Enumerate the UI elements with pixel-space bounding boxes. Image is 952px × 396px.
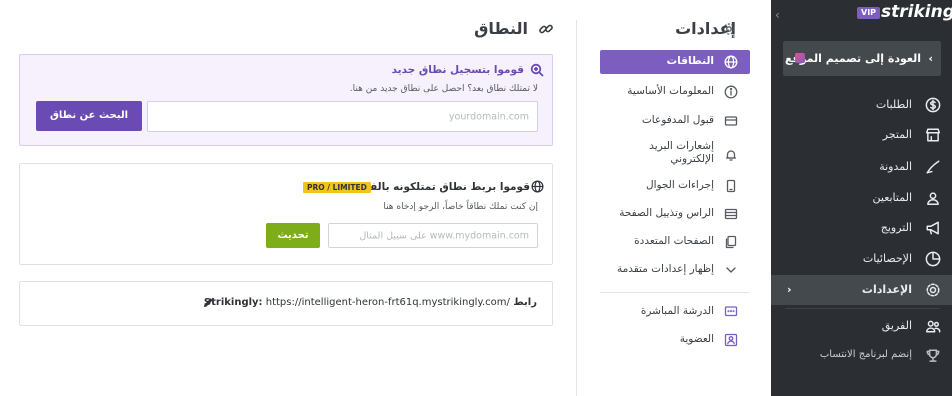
vip-badge: VIP bbox=[857, 7, 881, 19]
main-title: النطاق bbox=[474, 19, 528, 38]
settings-nav-item-2[interactable]: المعلومات الأساسية bbox=[600, 80, 750, 104]
pen-icon bbox=[925, 159, 941, 175]
info-icon bbox=[724, 85, 738, 99]
team-icon bbox=[925, 318, 941, 334]
register-heading: قوموا بتسجيل نطاق جديد bbox=[391, 64, 524, 76]
domain-search-input[interactable]: yourdomain.com bbox=[147, 101, 538, 132]
link-icon bbox=[538, 21, 554, 37]
search-domain-button[interactable]: البحث عن نطاق bbox=[36, 101, 142, 131]
megaphone-icon bbox=[925, 220, 941, 236]
strikingly-link-card: رابط Strikingly: https://intelligent-her… bbox=[19, 281, 553, 326]
globe-icon bbox=[724, 55, 738, 69]
settings-nav-label: العضوية bbox=[679, 333, 714, 345]
layout-icon bbox=[724, 207, 738, 221]
settings-nav-label: المعلومات الأساسية bbox=[627, 85, 714, 97]
connect-heading: قوموا بربط نطاق تمتلكونه بالفعل bbox=[354, 181, 530, 193]
register-subtext: لا تمتلك نطاق بعد؟ احصل على نطاق جديد من… bbox=[349, 84, 538, 94]
mobile-icon bbox=[724, 179, 738, 193]
nav-divider bbox=[600, 292, 750, 293]
sidebar-item-label: المتابعين bbox=[872, 191, 913, 204]
settings-nav-item-10[interactable]: العضوية bbox=[600, 328, 750, 352]
sidebar-item-label: الترويج bbox=[880, 221, 912, 234]
chevron-left-icon: › bbox=[787, 283, 792, 296]
back-to-site-editor-label: العودة إلى تصميم الموقع bbox=[784, 52, 921, 65]
settings-nav-label: النطاقات bbox=[666, 55, 714, 67]
settings-nav-item-5[interactable]: إجراءات الجوال bbox=[600, 174, 750, 198]
settings-nav-item-1[interactable]: النطاقات bbox=[600, 50, 750, 74]
sidebar-item-5[interactable]: الترويج bbox=[771, 213, 952, 243]
sidebar-divider bbox=[785, 308, 940, 309]
bell-icon bbox=[724, 148, 738, 162]
gear-icon bbox=[925, 282, 941, 298]
update-button[interactable]: تحديث bbox=[266, 223, 320, 248]
settings-nav-label: إجراءات الجوال bbox=[645, 179, 714, 191]
sidebar-item-label: إنضم لبرنامج الانتساب bbox=[819, 349, 912, 360]
chat-icon bbox=[724, 305, 738, 319]
sidebar-item-1[interactable]: الطلبات bbox=[771, 90, 952, 120]
sidebar-item-2[interactable]: المتجر bbox=[771, 120, 952, 150]
sidebar-item-7[interactable]: الإعدادات › bbox=[771, 275, 952, 305]
sidebar-item-6[interactable]: الإحصائيات bbox=[771, 244, 952, 274]
sidebar-item-label: الإعدادات bbox=[861, 283, 912, 296]
settings-nav-label: الصفحات المتعددة bbox=[634, 235, 714, 247]
column-divider bbox=[576, 20, 577, 396]
pages-icon bbox=[724, 235, 738, 249]
sidebar-item-9[interactable]: إنضم لبرنامج الانتساب bbox=[771, 341, 952, 371]
chevron-down-icon bbox=[724, 263, 738, 277]
sidebar-item-4[interactable]: المتابعين bbox=[771, 183, 952, 213]
connect-domain-card: قوموا بربط نطاق تمتلكونه بالفعل PRO / LI… bbox=[19, 163, 553, 265]
sidebar-item-label: الفريق bbox=[881, 319, 912, 332]
globe-icon bbox=[531, 180, 544, 193]
strikingly-url-row: رابط Strikingly: https://intelligent-her… bbox=[204, 297, 537, 308]
sidebar-item-8[interactable]: الفريق bbox=[771, 311, 952, 341]
settings-nav-label: قبول المدفوعات bbox=[641, 114, 714, 126]
member-icon bbox=[724, 333, 738, 347]
sidebar-item-label: الطلبات bbox=[875, 98, 912, 111]
card-icon bbox=[724, 114, 738, 128]
store-icon bbox=[925, 127, 941, 143]
custom-domain-input[interactable]: على سبيل المثال www.mydomain.com bbox=[328, 223, 538, 248]
dollar-icon bbox=[925, 97, 941, 113]
edit-pencil-icon[interactable] bbox=[203, 297, 214, 308]
app-sidebar: ‹ VIP strikingly ‹ العودة إلى تصميم المو… bbox=[771, 0, 952, 396]
settings-nav-item-8[interactable]: إظهار إعدادات متقدمة bbox=[600, 258, 750, 282]
settings-nav-item-4[interactable]: إشعارات البريد الإلكتروني bbox=[600, 139, 750, 169]
users-icon bbox=[925, 190, 941, 206]
connect-subtext: إن كنت تملك نطاقاً خاصاً، الرجو إدخاه هن… bbox=[383, 202, 538, 212]
settings-nav-item-9[interactable]: الدرشة المباشرة bbox=[600, 300, 750, 324]
sidebar-item-label: المتجر bbox=[882, 128, 912, 141]
brand-logo: strikingly bbox=[881, 2, 952, 22]
pie-chart-icon bbox=[925, 251, 941, 267]
settings-nav-label: إظهار إعدادات متقدمة bbox=[616, 263, 714, 275]
settings-nav-label: إشعارات البريد الإلكتروني bbox=[649, 140, 714, 165]
site-editor-icon bbox=[795, 53, 805, 63]
strikingly-url[interactable]: https://intelligent-heron-frt61q.mystrik… bbox=[266, 297, 510, 308]
search-plus-icon bbox=[530, 63, 544, 77]
sidebar-item-label: الإحصائيات bbox=[862, 252, 912, 265]
back-to-site-editor-button[interactable]: ‹ العودة إلى تصميم الموقع bbox=[783, 41, 941, 76]
chevron-left-icon: ‹ bbox=[928, 52, 933, 65]
settings-nav-label: الراس وتذييل الصفحة bbox=[619, 207, 714, 219]
settings-nav-item-3[interactable]: قبول المدفوعات bbox=[600, 109, 750, 133]
register-domain-card: قوموا بتسجيل نطاق جديد لا تمتلك نطاق بعد… bbox=[19, 54, 553, 146]
settings-nav-item-7[interactable]: الصفحات المتعددة bbox=[600, 230, 750, 254]
settings-gear-icon bbox=[722, 22, 736, 36]
pro-limited-badge: PRO / LIMITED bbox=[303, 182, 371, 193]
settings-nav-item-6[interactable]: الراس وتذييل الصفحة bbox=[600, 202, 750, 226]
trophy-icon bbox=[925, 348, 941, 364]
collapse-sidebar-icon[interactable]: ‹ bbox=[775, 8, 787, 22]
sidebar-item-3[interactable]: المدونة bbox=[771, 152, 952, 182]
settings-nav-label: الدرشة المباشرة bbox=[640, 305, 714, 317]
sidebar-item-label: المدونة bbox=[879, 160, 912, 173]
